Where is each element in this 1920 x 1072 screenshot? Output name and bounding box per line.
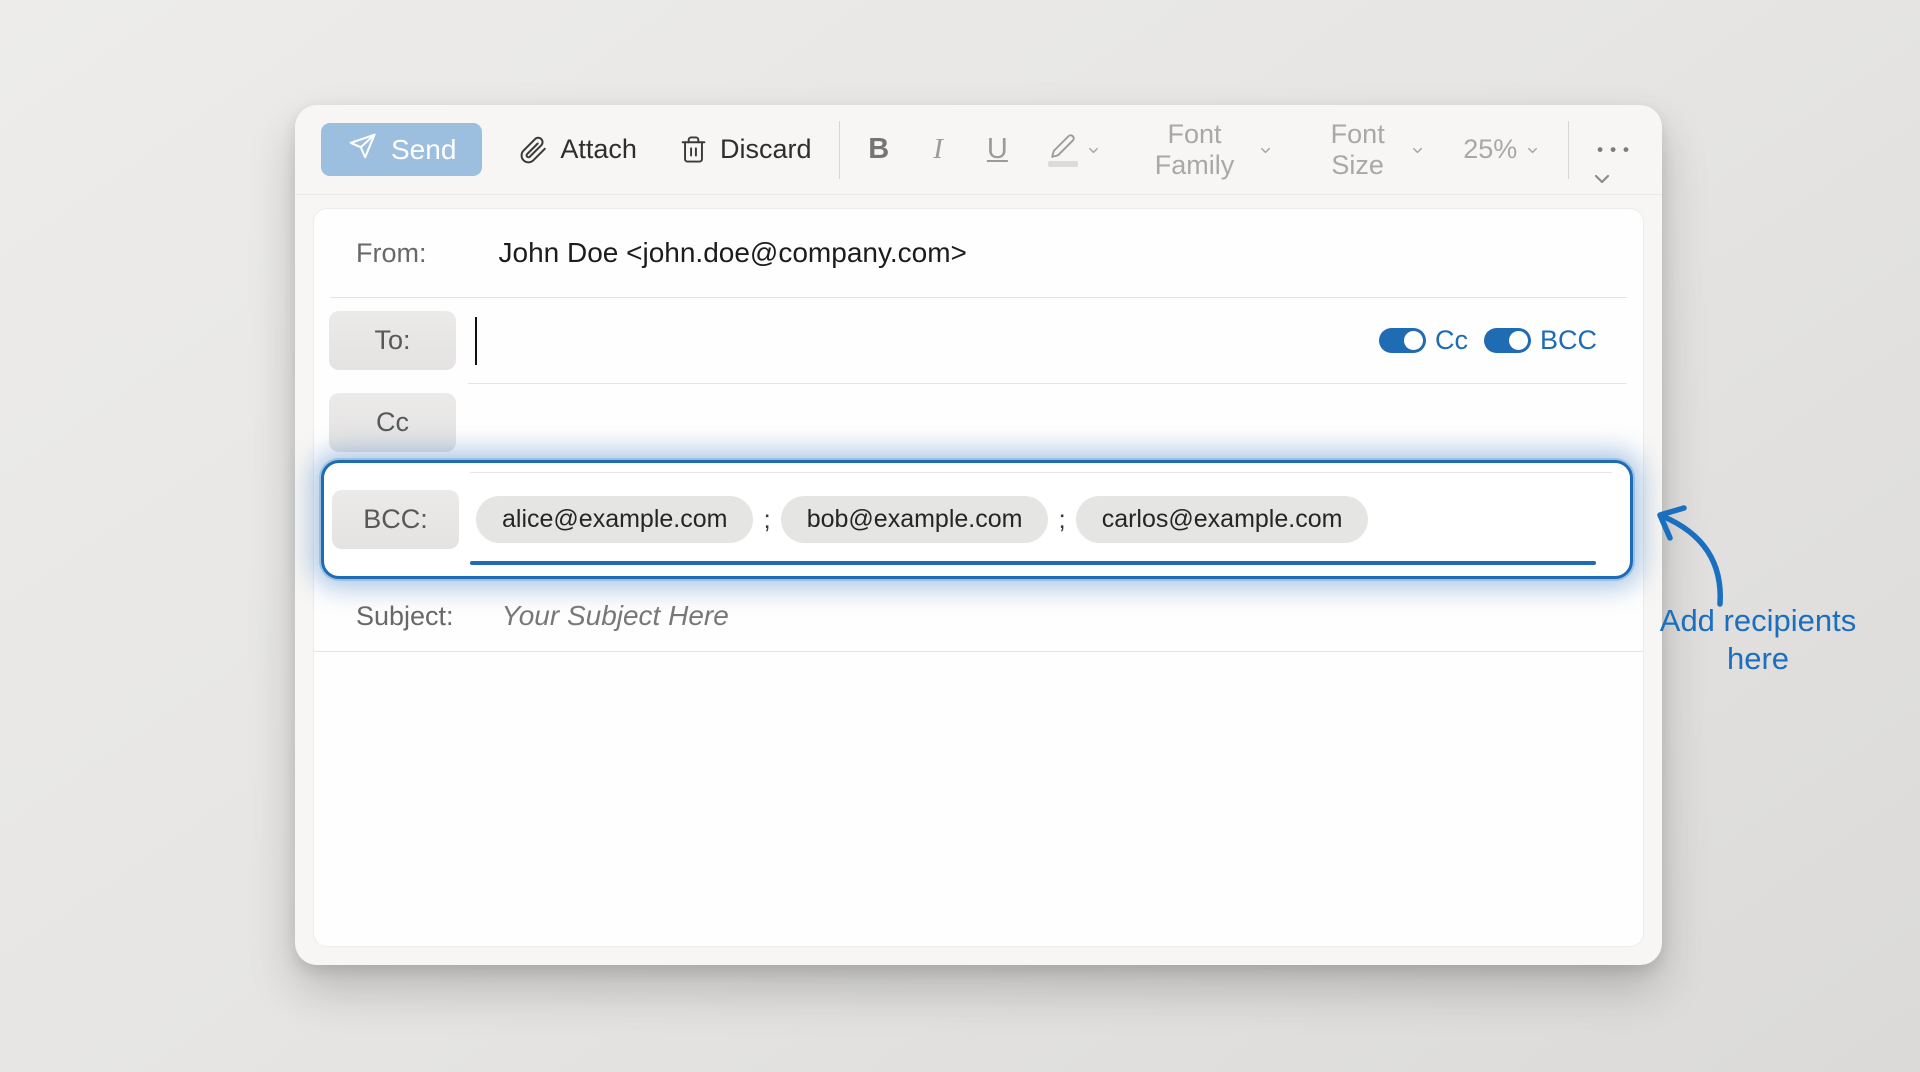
divider <box>470 472 1612 473</box>
subject-row: Subject: Your Subject Here <box>314 581 1643 651</box>
font-size-label: Font Size <box>1313 119 1402 181</box>
cc-button[interactable]: Cc <box>329 393 456 452</box>
italic-button[interactable]: I <box>933 133 943 166</box>
zoom-level-dropdown[interactable]: 25% <box>1463 133 1540 166</box>
curved-arrow-icon <box>1642 500 1752 610</box>
underline-button[interactable]: U <box>987 133 1008 166</box>
cc-toggle-label: Cc <box>1435 325 1468 356</box>
from-label: From: <box>356 238 427 269</box>
chevron-down-icon <box>1410 133 1425 166</box>
trash-icon <box>679 135 708 164</box>
bcc-toggle[interactable]: BCC <box>1484 325 1597 356</box>
attach-label: Attach <box>560 134 637 165</box>
highlighter-icon <box>1048 133 1078 167</box>
discard-button[interactable]: Discard <box>679 134 812 165</box>
subject-input[interactable]: Your Subject Here <box>502 600 729 632</box>
bcc-recipient-chips: alice@example.com ; bob@example.com ; ca… <box>476 496 1368 543</box>
collapse-ribbon-chevron-icon[interactable] <box>1590 167 1614 194</box>
toolbar-divider <box>839 121 840 179</box>
chevron-down-icon <box>1258 133 1273 166</box>
subject-label: Subject: <box>356 601 454 632</box>
bcc-button[interactable]: BCC: <box>332 490 459 549</box>
bcc-row-highlighted: BCC: alice@example.com ; bob@example.com… <box>321 460 1633 579</box>
toolbar-divider <box>1568 121 1569 179</box>
bcc-active-underline <box>470 561 1596 565</box>
send-button[interactable]: Send <box>321 123 482 176</box>
recipient-chip[interactable]: bob@example.com <box>781 496 1049 543</box>
font-size-dropdown[interactable]: Font Size <box>1313 119 1425 181</box>
chevron-down-icon <box>1525 133 1540 166</box>
cc-input[interactable] <box>456 384 1643 460</box>
attach-button[interactable]: Attach <box>518 134 637 165</box>
recipient-separator: ; <box>1058 504 1065 535</box>
to-button[interactable]: To: <box>329 311 456 370</box>
send-plane-icon <box>347 131 377 168</box>
cc-toggle[interactable]: Cc <box>1379 325 1468 356</box>
from-value: John Doe <john.doe@company.com> <box>499 237 967 269</box>
font-family-label: Font Family <box>1139 119 1250 181</box>
recipient-toggles: Cc BCC <box>1379 325 1597 356</box>
cc-row: Cc <box>314 384 1643 460</box>
chevron-down-icon <box>1086 133 1101 166</box>
toolbar: Send Attach Discard B I U <box>295 105 1662 195</box>
zoom-level-value: 25% <box>1463 134 1517 165</box>
from-row: From: John Doe <john.doe@company.com> <box>314 209 1643 297</box>
to-input[interactable] <box>477 298 1379 383</box>
bcc-toggle-track <box>1484 328 1531 353</box>
to-row: To: Cc BCC <box>314 298 1643 383</box>
annotation-line1: Add recipients <box>1628 602 1888 640</box>
compose-window: Send Attach Discard B I U <box>295 105 1662 965</box>
annotation-text: Add recipients here <box>1628 602 1888 678</box>
compose-form: From: John Doe <john.doe@company.com> To… <box>313 208 1644 947</box>
highlight-color-button[interactable] <box>1048 133 1101 167</box>
bcc-toggle-label: BCC <box>1540 325 1597 356</box>
send-label: Send <box>391 134 456 166</box>
discard-label: Discard <box>720 134 812 165</box>
recipient-chip[interactable]: alice@example.com <box>476 496 753 543</box>
recipient-separator: ; <box>763 504 770 535</box>
font-family-dropdown[interactable]: Font Family <box>1139 119 1273 181</box>
paperclip-icon <box>518 135 548 165</box>
annotation-line2: here <box>1628 640 1888 678</box>
cc-toggle-track <box>1379 328 1426 353</box>
message-body-input[interactable] <box>314 652 1643 946</box>
bold-button[interactable]: B <box>868 133 889 166</box>
recipient-chip[interactable]: carlos@example.com <box>1076 496 1369 543</box>
more-options-button[interactable]: ••• <box>1597 140 1636 160</box>
